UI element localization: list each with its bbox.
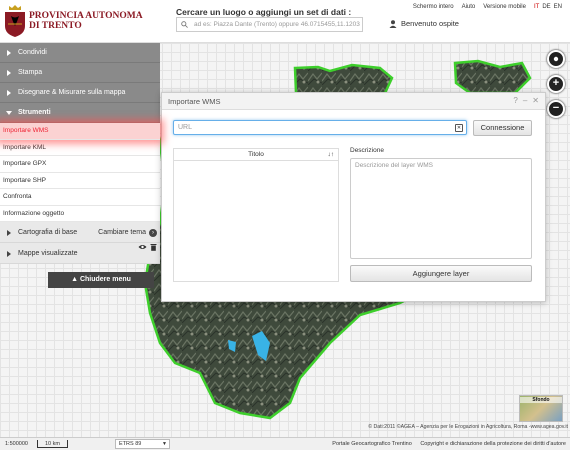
user-label: Benvenuto ospite xyxy=(401,19,459,28)
chevron-right-icon xyxy=(7,70,11,76)
sidebar-item-tools[interactable]: Strumenti xyxy=(0,103,160,123)
sort-icon[interactable]: ↓↑ xyxy=(328,149,335,161)
chevron-circle-right-icon[interactable]: › xyxy=(149,228,157,237)
footer-links: Portale Geocartografico Trentino Copyrig… xyxy=(325,441,566,447)
header: PROVINCIA AUTONOMA DI TRENTO Cercare un … xyxy=(0,0,570,43)
user-menu[interactable]: Benvenuto ospite xyxy=(389,19,459,28)
connect-button[interactable]: Connessione xyxy=(473,120,532,136)
chevron-up-icon: ▲ xyxy=(71,276,80,283)
logo-line1: PROVINCIA AUTONOMA xyxy=(29,11,143,21)
close-menu-label: Chiudere menu xyxy=(79,276,131,283)
change-theme-link[interactable]: Cambiare tema xyxy=(98,222,146,243)
mobile-version-link[interactable]: Versione mobile xyxy=(483,4,526,10)
copyright-link[interactable]: Copyright e dichiarazione della protezio… xyxy=(420,441,566,447)
description-label: Descrizione xyxy=(350,147,384,154)
plus-icon: + xyxy=(552,77,560,89)
user-icon xyxy=(389,19,397,28)
zoom-in-button[interactable]: + xyxy=(547,75,565,93)
basemap-label: Sfondo xyxy=(520,397,562,403)
crs-value: ETRS 89 xyxy=(119,441,142,447)
url-input[interactable]: URL ✕ xyxy=(173,120,467,135)
url-clear-icon[interactable]: ✕ xyxy=(455,124,463,132)
sidebar-item-share[interactable]: Condividi xyxy=(0,43,160,63)
top-links: Schermo intero Aiuto Versione mobile IT … xyxy=(413,4,570,10)
lang-en-link[interactable]: EN xyxy=(554,4,562,10)
trash-icon[interactable] xyxy=(150,243,157,251)
eye-icon[interactable] xyxy=(138,244,147,250)
import-wms-dialog: Importare WMS ? – ✕ URL ✕ Connessione Ti… xyxy=(161,92,546,302)
tool-feature-info[interactable]: Informazione oggetto xyxy=(0,205,160,222)
close-menu-button[interactable]: ▲ Chiudere menu xyxy=(48,272,154,288)
layers-table[interactable]: Titolo ↓↑ xyxy=(173,148,339,282)
logo-text[interactable]: PROVINCIA AUTONOMA DI TRENTO xyxy=(29,11,143,31)
crs-select[interactable]: ETRS 89 ▼ xyxy=(115,439,170,449)
chevron-right-icon xyxy=(7,250,11,257)
minus-icon: − xyxy=(552,102,560,114)
logo-line2: DI TRENTO xyxy=(29,21,82,31)
dialog-header: Importare WMS ? – ✕ xyxy=(162,93,545,110)
table-header: Titolo ↓↑ xyxy=(174,149,338,161)
search-placeholder: ad es: Piazza Dante (Trento) oppure 46.0… xyxy=(194,21,360,28)
scale-text: 1:500000 xyxy=(5,441,28,447)
tool-import-gpx[interactable]: Importare GPX xyxy=(0,156,160,173)
geolocate-button[interactable] xyxy=(547,50,565,68)
map-attribution: © Dati:2011 ©AGEA – Agenzia per le Eroga… xyxy=(368,424,568,430)
tool-compare[interactable]: Confronta xyxy=(0,189,160,206)
help-link[interactable]: Aiuto xyxy=(462,4,476,10)
sidebar-item-basemap[interactable]: Cartografia di base Cambiare tema › xyxy=(0,222,160,243)
search-icon xyxy=(181,21,188,28)
sidebar-item-label: Condividi xyxy=(18,49,47,56)
sidebar-item-label: Mappe visualizzate xyxy=(18,250,78,257)
chevron-down-icon xyxy=(6,111,12,115)
close-icon[interactable]: ✕ xyxy=(532,96,539,105)
sidebar-item-print[interactable]: Stampa xyxy=(0,63,160,83)
sidebar-item-label: Disegnare & Misurare sulla mappa xyxy=(18,89,126,96)
url-placeholder: URL xyxy=(178,124,193,131)
basemap-switcher[interactable]: Sfondo xyxy=(519,395,563,422)
sidebar-item-label: Strumenti xyxy=(18,109,51,116)
chevron-right-icon xyxy=(7,90,11,96)
help-icon[interactable]: ? xyxy=(513,96,517,105)
chevron-right-icon xyxy=(7,229,11,236)
sidebar-item-draw-measure[interactable]: Disegnare & Misurare sulla mappa xyxy=(0,83,160,103)
fullscreen-link[interactable]: Schermo intero xyxy=(413,4,454,10)
tool-import-kml[interactable]: Importare KML xyxy=(0,139,160,156)
lang-de-link[interactable]: DE xyxy=(542,4,550,10)
coat-of-arms-logo[interactable] xyxy=(3,4,27,38)
add-layer-button[interactable]: Aggiungere layer xyxy=(350,265,532,282)
caret-down-icon: ▼ xyxy=(162,441,167,447)
sidebar-item-layers[interactable]: Mappe visualizzate xyxy=(0,243,160,264)
portal-link[interactable]: Portale Geocartografico Trentino xyxy=(332,441,412,447)
locate-icon xyxy=(553,56,559,62)
dialog-title: Importare WMS xyxy=(168,97,221,106)
sidebar-item-label: Stampa xyxy=(18,69,43,76)
minimize-icon[interactable]: – xyxy=(523,96,527,105)
tool-import-wms[interactable]: Importare WMS xyxy=(0,123,160,140)
scale-bar: 10 km xyxy=(37,440,68,448)
zoom-out-button[interactable]: − xyxy=(547,100,565,118)
column-title[interactable]: Titolo xyxy=(248,151,264,158)
search-title: Cercare un luogo o aggiungi un set di da… xyxy=(176,7,352,17)
chevron-right-icon xyxy=(7,50,11,56)
search-input[interactable]: ad es: Piazza Dante (Trento) oppure 46.0… xyxy=(176,17,363,32)
tool-import-shp[interactable]: Importare SHP xyxy=(0,172,160,189)
description-textarea[interactable]: Descrizione del layer WMS xyxy=(350,158,532,259)
sidebar: Condividi Stampa Disegnare & Misurare su… xyxy=(0,43,160,288)
footer: 1:500000 10 km ETRS 89 ▼ Portale Geocart… xyxy=(0,437,570,450)
description-placeholder: Descrizione del layer WMS xyxy=(355,162,434,169)
sidebar-item-label: Cartografia di base xyxy=(18,229,78,236)
lang-it-link[interactable]: IT xyxy=(534,4,539,10)
